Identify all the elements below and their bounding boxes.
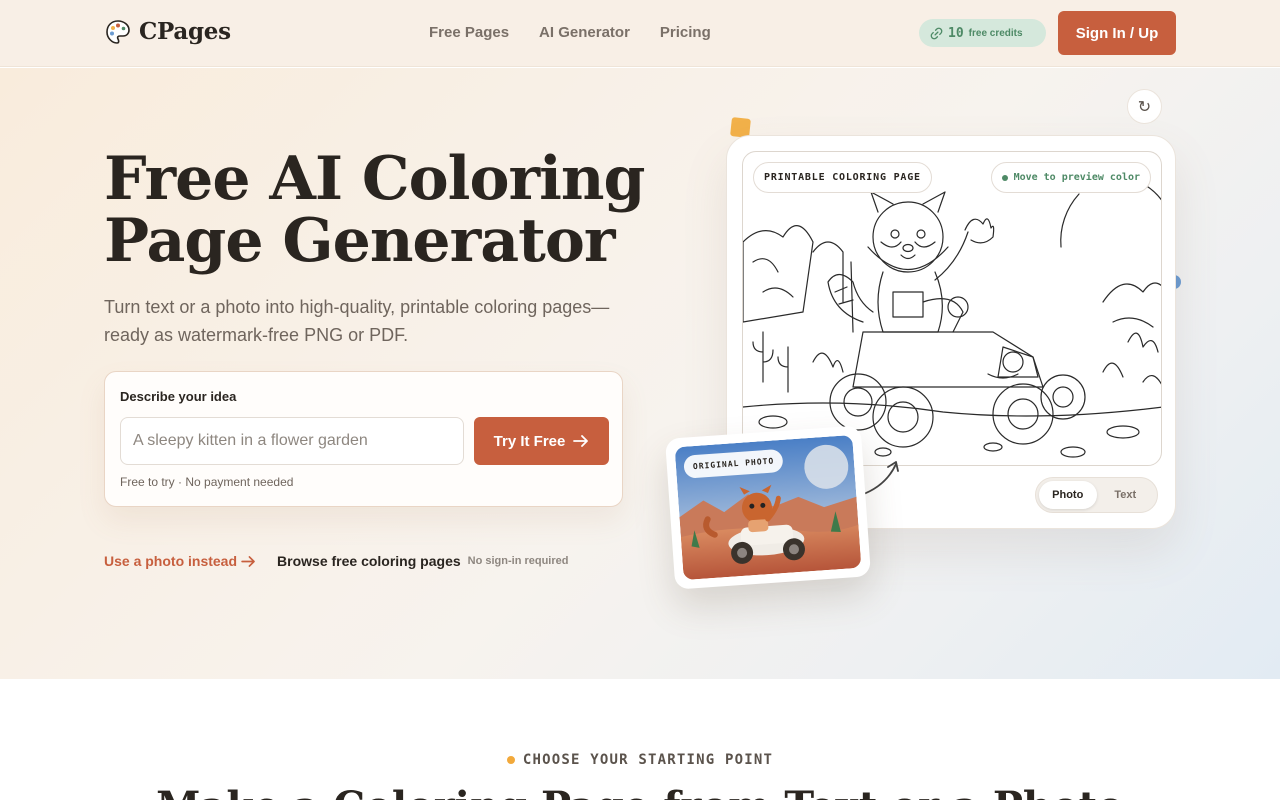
section-title: Make a Coloring Page from Text or a Phot… <box>0 783 1280 800</box>
section-eyebrow: CHOOSE YOUR STARTING POINT <box>0 752 1280 768</box>
toggle-text[interactable]: Text <box>1097 481 1155 509</box>
nav-ai-generator[interactable]: AI Generator <box>539 24 630 41</box>
nav-pricing[interactable]: Pricing <box>660 24 711 41</box>
coloring-page-preview[interactable]: PRINTABLE COLORING PAGE Move to preview … <box>742 151 1162 466</box>
idea-form: Describe your idea Try It Free Free to t… <box>104 371 623 507</box>
printable-tag: PRINTABLE COLORING PAGE <box>753 162 932 193</box>
link-icon <box>930 27 943 39</box>
original-photo-card[interactable]: ORIGINAL PHOTO <box>664 425 872 590</box>
coloring-line-art <box>743 175 1161 458</box>
sign-in-button[interactable]: Sign In / Up <box>1058 11 1176 55</box>
source-toggle: Photo Text <box>1035 477 1158 513</box>
status-dot <box>1001 174 1008 181</box>
main-nav: Free Pages AI Generator Pricing <box>429 24 711 41</box>
idea-label: Describe your idea <box>120 389 237 404</box>
arrow-right-icon <box>573 435 589 447</box>
browse-free-pages-link[interactable]: Browse free coloring pages <box>277 553 461 569</box>
credits-badge[interactable]: 10 free credits <box>919 19 1046 47</box>
credits-label: free credits <box>968 27 1023 39</box>
eyebrow-dot <box>506 756 515 764</box>
toggle-photo[interactable]: Photo <box>1039 481 1097 509</box>
hero-section: Free AI Coloring Page Generator Turn tex… <box>0 68 1280 679</box>
site-header: CPages Free Pages AI Generator Pricing 1… <box>0 0 1280 67</box>
secondary-links: Use a photo instead Browse free coloring… <box>104 553 568 569</box>
use-photo-link[interactable]: Use a photo instead <box>104 553 256 569</box>
try-it-free-button[interactable]: Try It Free <box>474 417 609 465</box>
brand-name: CPages <box>139 18 231 45</box>
original-photo: ORIGINAL PHOTO <box>674 434 862 581</box>
idea-note: Free to try · No payment needed <box>120 475 294 489</box>
idea-input[interactable] <box>120 417 464 465</box>
hero-title: Free AI Coloring Page Generator <box>104 144 645 276</box>
refresh-icon: ↻ <box>1137 98 1152 116</box>
hover-hint-tag: Move to preview color <box>990 162 1151 193</box>
refresh-button[interactable]: ↻ <box>1127 89 1162 124</box>
eyebrow-label: CHOOSE YOUR STARTING POINT <box>522 752 774 768</box>
credits-count: 10 <box>948 25 964 41</box>
brand[interactable]: CPages <box>105 18 231 45</box>
nav-free-pages[interactable]: Free Pages <box>429 24 509 41</box>
hero-subtitle: Turn text or a photo into high-quality, … <box>104 297 610 345</box>
palette-icon <box>106 19 130 44</box>
use-photo-label: Use a photo instead <box>104 553 238 569</box>
try-label: Try It Free <box>493 432 566 450</box>
arrow-right-icon <box>241 555 255 567</box>
no-signin-note: No sign-in required <box>467 555 569 567</box>
hover-hint-label: Move to preview color <box>1013 172 1140 183</box>
